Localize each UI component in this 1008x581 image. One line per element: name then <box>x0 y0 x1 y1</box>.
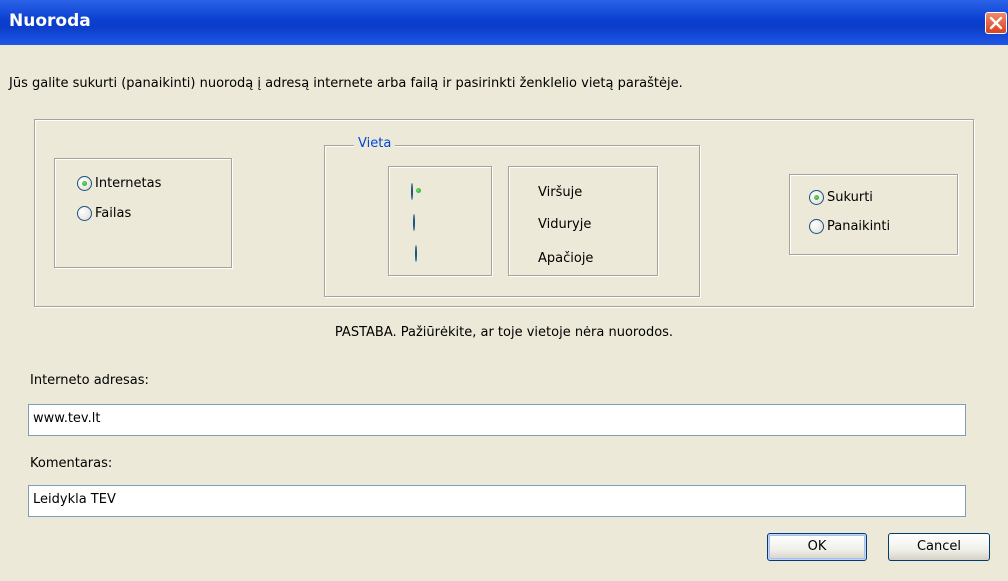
radio-sukurti[interactable]: Sukurti <box>809 190 873 205</box>
radio-button-icon[interactable] <box>77 206 92 221</box>
radio-button-selected-icon[interactable] <box>809 190 824 205</box>
radio-button-icon[interactable] <box>809 219 824 234</box>
radio-internetas-label: Internetas <box>95 176 162 191</box>
label-virsuje: Viršuje <box>538 185 583 200</box>
close-icon <box>989 16 1003 30</box>
radio-sukurti-label: Sukurti <box>827 190 873 205</box>
ok-button[interactable]: OK <box>767 533 867 561</box>
label-viduryje: Viduryje <box>538 217 592 232</box>
address-input[interactable]: www.tev.lt <box>28 404 966 436</box>
location-radio-box <box>388 166 492 276</box>
radio-panaikinti-label: Panaikinti <box>827 219 891 234</box>
comment-input[interactable]: Leidykla TEV <box>28 485 966 517</box>
title-bar: Nuoroda <box>0 0 1008 45</box>
window-title: Nuoroda <box>9 11 91 31</box>
radio-panaikinti[interactable]: Panaikinti <box>809 219 890 234</box>
cancel-button[interactable]: Cancel <box>888 533 990 561</box>
location-group-legend: Vieta <box>354 136 396 151</box>
radio-apacioje[interactable] <box>415 245 417 262</box>
radio-failas-label: Failas <box>95 206 132 221</box>
radio-failas[interactable]: Failas <box>77 206 131 221</box>
radio-viduryje[interactable] <box>413 214 415 231</box>
radio-internetas[interactable]: Internetas <box>77 176 161 191</box>
radio-virsuje[interactable] <box>411 183 413 200</box>
radio-button-selected-icon[interactable] <box>77 176 92 191</box>
label-apacioje: Apačioje <box>538 251 594 266</box>
action-group <box>789 174 958 255</box>
close-button[interactable] <box>985 12 1007 34</box>
info-text: Jūs galite sukurti (panaikinti) nuorodą … <box>9 76 683 91</box>
address-label: Interneto adresas: <box>30 373 149 388</box>
comment-label: Komentaras: <box>30 456 113 471</box>
note-text: PASTABA. Pažiūrėkite, ar toje vietoje nė… <box>334 325 674 340</box>
